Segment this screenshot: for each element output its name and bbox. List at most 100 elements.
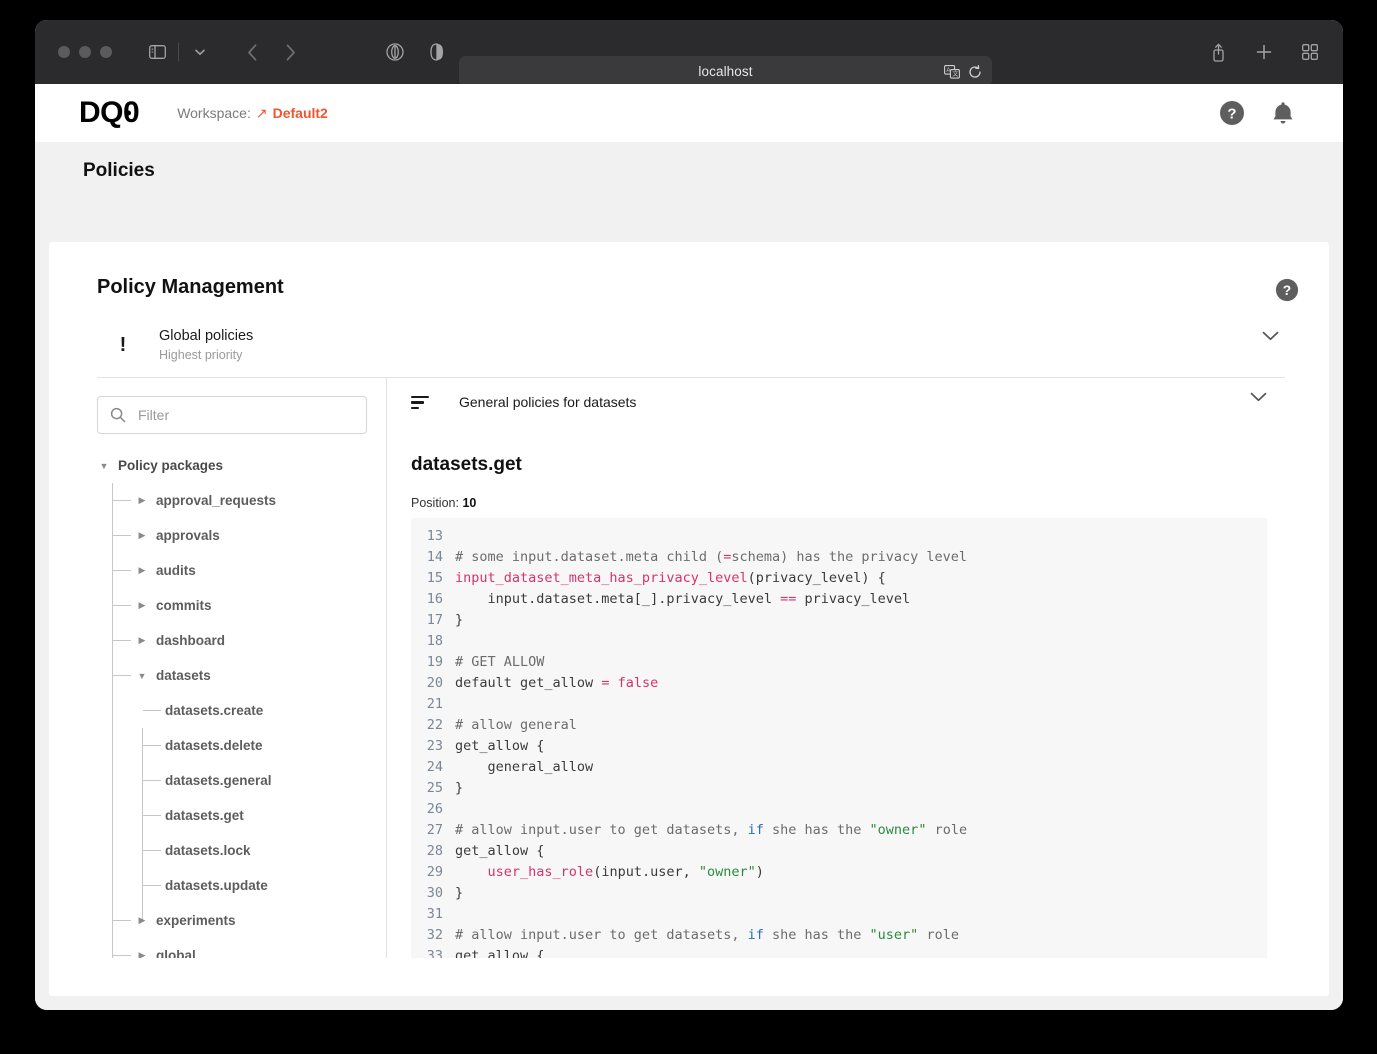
code-line-number: 22 xyxy=(426,717,443,734)
maximize-window-button[interactable] xyxy=(100,46,112,58)
code-line-text: # allow general xyxy=(455,715,577,736)
code-token: role xyxy=(918,927,959,944)
code-token: "user" xyxy=(869,927,919,944)
tree-node-audits[interactable]: ▶ audits xyxy=(97,553,368,588)
code-line: 13 xyxy=(411,526,1267,547)
chevron-down-icon[interactable] xyxy=(1250,392,1267,402)
tree-node-approvals[interactable]: ▶ approvals xyxy=(97,518,368,553)
chevron-down-icon[interactable] xyxy=(185,37,215,67)
reload-icon[interactable] xyxy=(968,64,982,79)
code-line-text: # some input.dataset.meta child (=schema… xyxy=(455,547,967,568)
code-token: schema) has the privacy level xyxy=(731,549,968,566)
code-line-number: 20 xyxy=(426,675,443,692)
tree-label: datasets.lock xyxy=(165,843,251,859)
tree-label: audits xyxy=(156,563,196,579)
tree-node-approval-requests[interactable]: ▶ approval_requests xyxy=(97,483,368,518)
plus-icon[interactable] xyxy=(1249,37,1279,67)
tree-node-policy-packages[interactable]: ▼ Policy packages xyxy=(97,448,368,483)
code-line-number: 29 xyxy=(426,864,443,881)
code-line: 17} xyxy=(411,610,1267,631)
tree-label: datasets.create xyxy=(165,703,264,719)
code-line-text: general_allow xyxy=(455,757,594,778)
code-line-text: default get_allow = false xyxy=(455,673,658,694)
tree-node-datasets[interactable]: ▼ datasets xyxy=(97,658,368,693)
caret-right-icon[interactable]: ▶ xyxy=(135,635,149,646)
code-token: default get_allow xyxy=(455,675,602,692)
policy-section-title: General policies for datasets xyxy=(459,394,637,411)
help-circle-icon[interactable]: ? xyxy=(1275,278,1299,302)
code-token: (input.user, xyxy=(593,864,699,881)
search-icon xyxy=(110,407,126,423)
global-policies-row[interactable]: ! Global policies Highest priority xyxy=(97,321,1285,379)
tree-connector xyxy=(113,640,131,642)
app-header: DQ0 Workspace: ↗ Default2 ? xyxy=(35,84,1343,142)
tree-label: datasets.update xyxy=(165,878,268,894)
close-window-button[interactable] xyxy=(58,46,70,58)
tree-node-datasets-lock[interactable]: datasets.lock xyxy=(97,833,368,868)
code-line: 26 xyxy=(411,799,1267,820)
code-line-number: 32 xyxy=(426,927,443,944)
caret-right-icon[interactable]: ▶ xyxy=(135,600,149,611)
tree-node-datasets-update[interactable]: datasets.update xyxy=(97,868,368,903)
sidebar-toggle-icon[interactable] xyxy=(142,37,172,67)
tree-node-dashboard[interactable]: ▶ dashboard xyxy=(97,623,368,658)
code-line: 16 input.dataset.meta[_].privacy_level =… xyxy=(411,589,1267,610)
tree-label: experiments xyxy=(156,913,236,929)
address-bar[interactable]: localhost A文 xyxy=(459,56,992,87)
caret-down-icon[interactable]: ▼ xyxy=(97,461,111,471)
code-line: 15 input_dataset_meta_has_privacy_level(p… xyxy=(411,568,1267,589)
code-token: == xyxy=(780,591,797,608)
sort-lines-icon xyxy=(411,395,429,410)
browser-toolbar: localhost A文 xyxy=(35,20,1343,87)
tree-node-global[interactable]: ▶ global xyxy=(97,938,368,958)
tree-connector xyxy=(113,955,131,957)
code-line-number: 27 xyxy=(426,822,443,839)
reader-mode-icon[interactable] xyxy=(422,37,452,67)
code-line-text: } xyxy=(455,778,463,799)
code-line-number: 16 xyxy=(426,591,443,608)
caret-right-icon[interactable]: ▶ xyxy=(135,565,149,576)
filter-input[interactable] xyxy=(136,406,354,425)
code-line-number: 17 xyxy=(426,612,443,629)
caret-right-icon[interactable]: ▶ xyxy=(135,530,149,541)
code-line-number: 18 xyxy=(426,633,443,650)
code-line-text: # allow input.user to get datasets, if s… xyxy=(455,925,959,946)
filter-input-wrapper[interactable] xyxy=(97,396,367,435)
policy-section-header[interactable]: General policies for datasets xyxy=(387,378,1295,426)
exclamation-icon: ! xyxy=(119,334,127,357)
code-line: 23 get_allow { xyxy=(411,736,1267,757)
app-page: DQ0 Workspace: ↗ Default2 ? Policies Pol… xyxy=(35,84,1343,1010)
bell-icon[interactable] xyxy=(1271,100,1295,126)
policy-code-editor[interactable]: 13 14 # some input.dataset.meta child (=s… xyxy=(411,518,1267,959)
policy-tree-pane: ▼ Policy packages ▶ approval_requests xyxy=(97,378,387,959)
dq0-logo[interactable]: DQ0 xyxy=(79,98,140,128)
translate-icon[interactable]: A文 xyxy=(944,64,960,79)
caret-right-icon[interactable]: ▶ xyxy=(135,950,149,958)
tree-node-datasets-general[interactable]: datasets.general xyxy=(97,763,368,798)
tree-label: Policy packages xyxy=(118,458,224,474)
caret-down-icon[interactable]: ▼ xyxy=(135,671,149,681)
tree-node-datasets-delete[interactable]: datasets.delete xyxy=(97,728,368,763)
caret-right-icon[interactable]: ▶ xyxy=(135,495,149,506)
code-line-text: get_allow { xyxy=(455,736,544,757)
back-arrow-icon[interactable] xyxy=(237,37,267,67)
code-token: "owner" xyxy=(698,864,756,881)
help-circle-icon[interactable]: ? xyxy=(1219,100,1245,126)
caret-right-icon[interactable]: ▶ xyxy=(135,915,149,926)
forward-arrow-icon[interactable] xyxy=(275,37,305,67)
share-icon[interactable] xyxy=(1203,37,1233,67)
tab-overview-icon[interactable] xyxy=(1295,37,1325,67)
code-token: get_allow { xyxy=(455,738,545,755)
code-line-text: } xyxy=(455,610,463,631)
workspace-link[interactable]: Default2 xyxy=(273,105,328,121)
tree-node-datasets-create[interactable]: datasets.create xyxy=(97,693,368,728)
privacy-report-icon[interactable] xyxy=(380,37,410,67)
tree-node-datasets-get[interactable]: datasets.get xyxy=(97,798,368,833)
chevron-down-icon[interactable] xyxy=(1262,331,1279,341)
minimize-window-button[interactable] xyxy=(79,46,91,58)
tree-node-experiments[interactable]: ▶ experiments xyxy=(97,903,368,938)
code-line: 14 # some input.dataset.meta child (=sche… xyxy=(411,547,1267,568)
tree-node-commits[interactable]: ▶ commits xyxy=(97,588,368,623)
code-token: role xyxy=(926,822,968,839)
